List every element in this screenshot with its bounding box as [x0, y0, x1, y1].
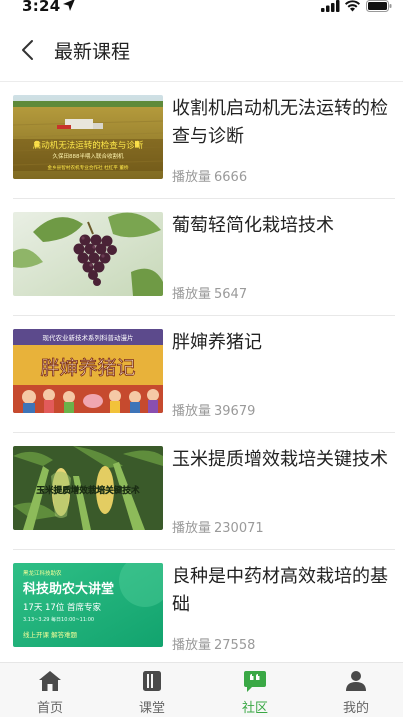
course-thumbnail: 启动机无法运转的检查与诊断 久保田888半喂入联合收割机 金乡县智村农机专业合作… — [13, 95, 163, 179]
play-count-label: 播放量 — [172, 287, 212, 302]
course-title: 收割机启动机无法运转的检查与诊断 — [172, 98, 388, 147]
thumb-caption: 胖婶养猪记 — [40, 357, 135, 379]
course-title: 良种是中药材高效栽培的基础 — [172, 566, 388, 615]
thumb-caption: 玉米提质增效栽培关键技术 — [36, 484, 140, 496]
play-count-label: 播放量 — [172, 170, 212, 185]
wifi-icon — [345, 0, 360, 12]
thumb-caption: 金乡县智村农机专业合作社 杜红平 董桥 — [47, 164, 128, 171]
play-count-value: 39679 — [214, 404, 256, 419]
course-title: 胖婶养猪记 — [172, 332, 262, 353]
book-icon — [143, 671, 161, 691]
thumb-caption: 黑龙江科技助农 — [23, 569, 62, 577]
chat-quote-icon — [244, 671, 266, 692]
play-count-value: 27558 — [214, 638, 256, 653]
course-title: 葡萄轻简化栽培技术 — [172, 215, 334, 236]
course-thumbnail: 玉米提质增效栽培关键技术 — [13, 446, 163, 530]
status-bar: 3:24 — [0, 0, 403, 16]
course-item[interactable]: 启动机无法运转的检查与诊断 久保田888半喂入联合收割机 金乡县智村农机专业合作… — [0, 82, 403, 199]
tab-classroom[interactable]: 课堂 — [102, 663, 202, 717]
tab-bar: 首页 课堂 社区 我的 — [0, 662, 403, 717]
tab-mine[interactable]: 我的 — [306, 663, 403, 717]
battery-icon — [366, 0, 392, 12]
nav-bar: 最新课程 — [0, 20, 403, 82]
course-item[interactable]: 现代农业新技术系列科普动漫片 胖婶养猪记 胖婶养猪记 播放量 39679 — [0, 316, 403, 433]
course-item[interactable]: 黑龙江科技助农 科技助农大讲堂 17天 17位 首席专家 3.13~3.29 每… — [0, 550, 403, 667]
play-count: 播放量 27558 — [172, 634, 255, 653]
tab-home[interactable]: 首页 — [0, 663, 100, 717]
chevron-left-icon[interactable] — [18, 38, 38, 62]
course-thumbnail — [13, 212, 163, 296]
course-item[interactable]: 葡萄轻简化栽培技术 播放量 5647 — [0, 199, 403, 316]
thumb-caption: 现代农业新技术系列科普动漫片 — [43, 333, 134, 342]
page-title: 最新课程 — [54, 41, 131, 63]
course-thumbnail: 现代农业新技术系列科普动漫片 胖婶养猪记 — [13, 329, 163, 413]
play-count: 播放量 6666 — [172, 166, 247, 185]
course-thumbnail: 黑龙江科技助农 科技助农大讲堂 17天 17位 首席专家 3.13~3.29 每… — [13, 563, 163, 647]
play-count-label: 播放量 — [172, 638, 212, 653]
location-arrow-icon — [63, 0, 75, 11]
tab-community[interactable]: 社区 — [205, 663, 305, 717]
thumb-caption: 科技助农大讲堂 — [23, 581, 114, 597]
user-icon — [346, 671, 366, 691]
thumb-caption: 启动机无法运转的检查与诊断 — [33, 140, 144, 151]
play-count-value: 5647 — [214, 287, 248, 302]
play-count-value: 230071 — [214, 521, 264, 536]
tab-label: 首页 — [36, 701, 63, 716]
play-count: 播放量 5647 — [172, 283, 247, 302]
course-item[interactable]: 玉米提质增效栽培关键技术 玉米提质增效栽培关键技术 播放量 230071 — [0, 433, 403, 550]
tab-label: 我的 — [342, 701, 369, 716]
home-icon — [39, 671, 61, 691]
play-count-value: 6666 — [214, 170, 248, 185]
play-count: 播放量 39679 — [172, 400, 255, 419]
status-time: 3:24 — [22, 0, 61, 15]
tab-label: 社区 — [241, 701, 268, 716]
cellular-signal-icon — [321, 0, 340, 12]
tab-label: 课堂 — [138, 701, 165, 716]
thumb-caption: 3.13~3.29 每日10:00~11:00 — [23, 616, 94, 623]
play-count: 播放量 230071 — [172, 517, 264, 536]
thumb-caption: 17天 17位 首席专家 — [23, 602, 102, 613]
course-title: 玉米提质增效栽培关键技术 — [172, 449, 388, 470]
play-count-label: 播放量 — [172, 404, 212, 419]
thumb-caption: 久保田888半喂入联合收割机 — [53, 152, 124, 160]
play-count-label: 播放量 — [172, 521, 212, 536]
thumb-caption: 线上开课 解答难题 — [23, 630, 78, 639]
